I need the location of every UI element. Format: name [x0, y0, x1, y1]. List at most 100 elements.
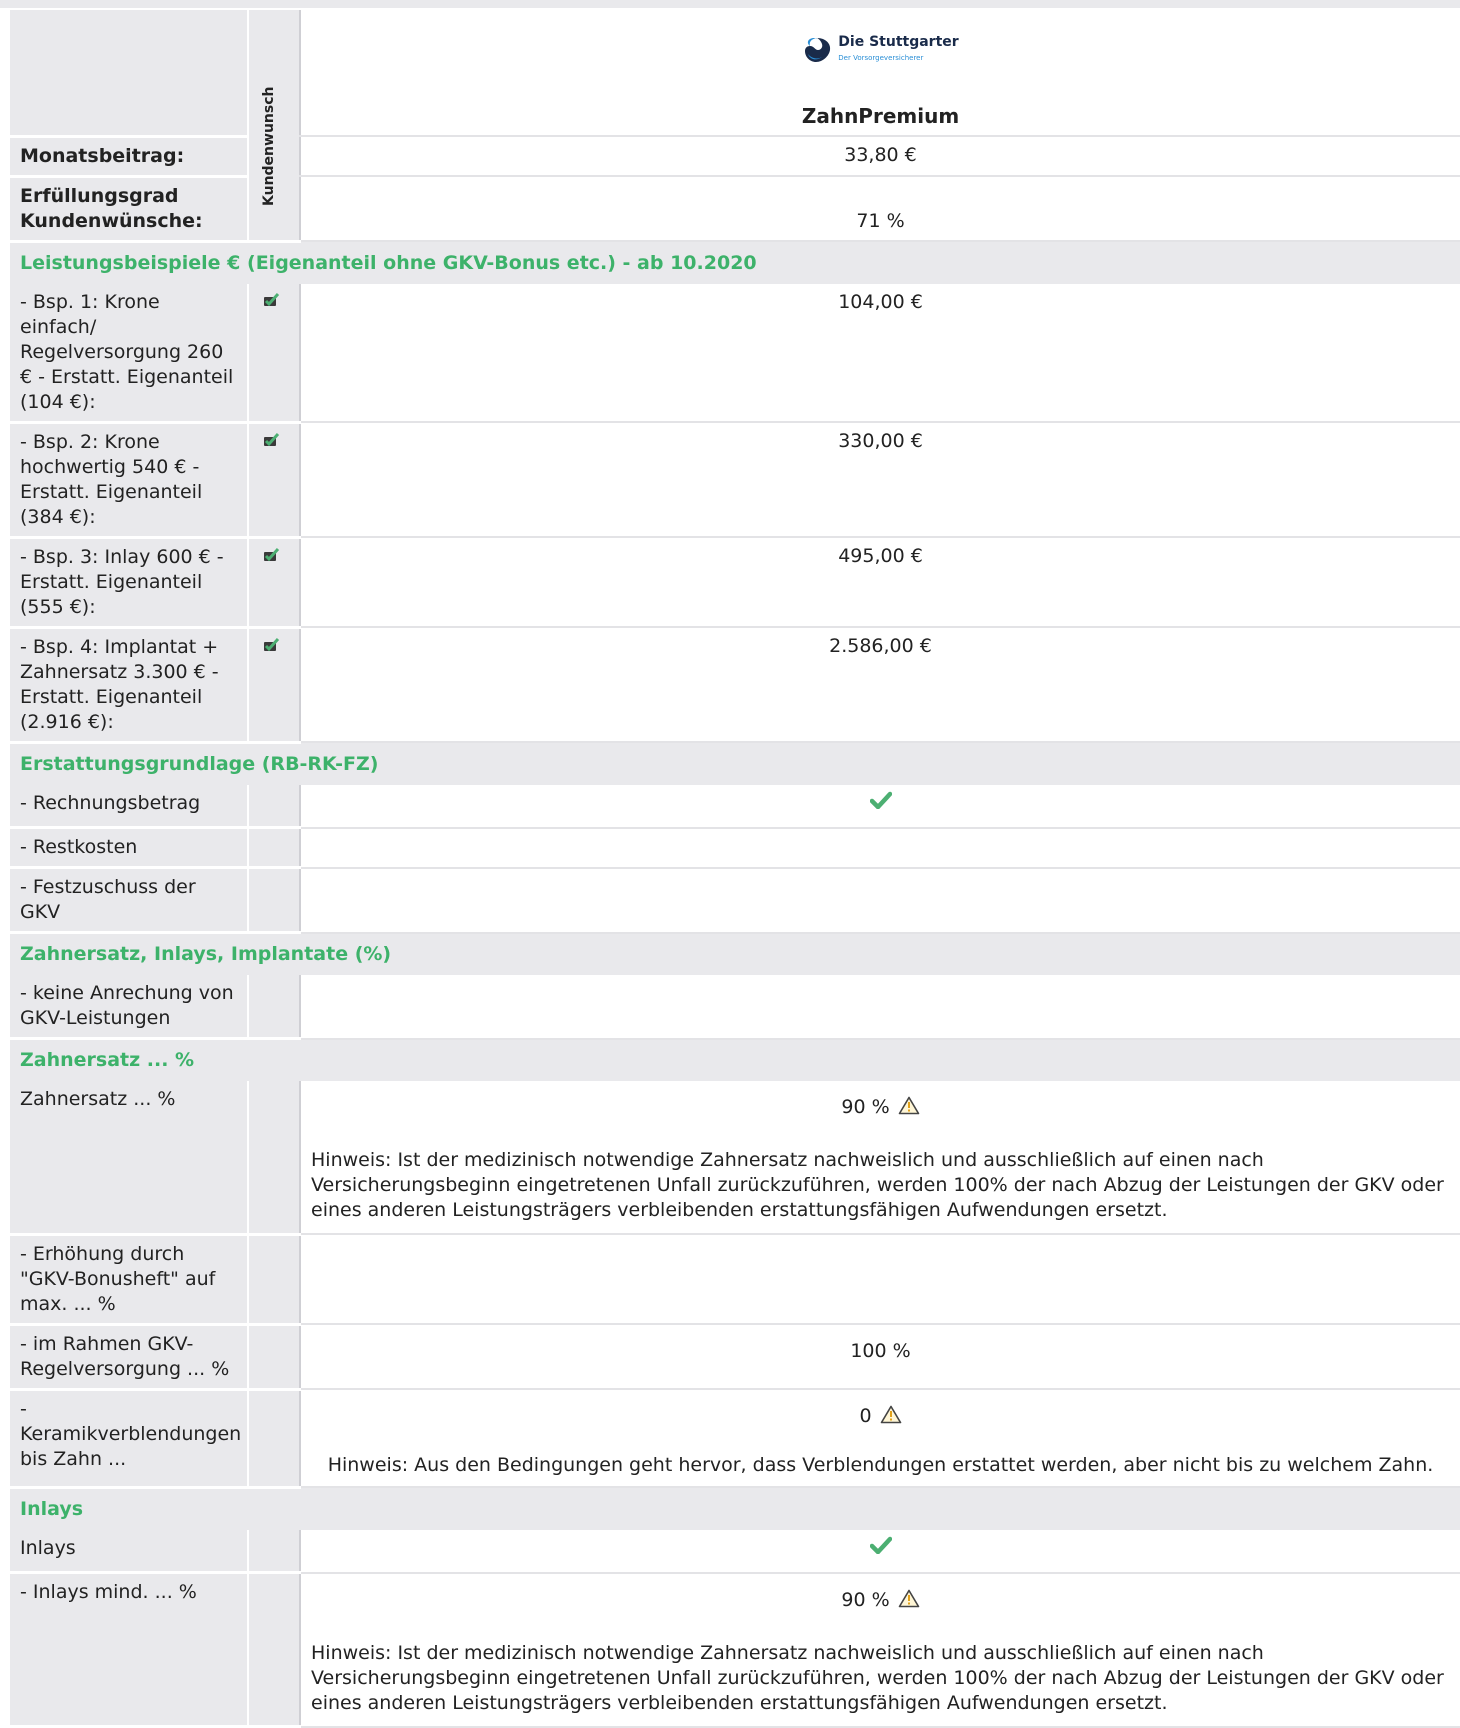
comparison-page: Kundenwunsch Die Stuttgarter Der Vorsorg… [0, 0, 1460, 1728]
label-bonusheft: - Erhöhung durch "GKV-Bonusheft" auf max… [10, 1234, 248, 1326]
label-erfuellungsgrad-line1: Erfüllungsgrad [20, 184, 179, 207]
wish-cell-restkosten[interactable] [247, 827, 300, 869]
kundenwunsch-header-cell: Kundenwunsch [247, 10, 300, 243]
row-zahnersatz-prozent: Zahnersatz ... % 90 % Hinweis: Ist der m… [10, 1081, 1460, 1236]
section-inlays-title: Inlays [10, 1487, 1460, 1530]
warning-icon[interactable] [898, 1589, 920, 1615]
header-blank-cell [10, 10, 248, 138]
label-inlays: Inlays [10, 1529, 248, 1574]
header-row: Kundenwunsch Die Stuttgarter Der Vorsorg… [10, 10, 1460, 243]
row-keine-anrechnung: - keine Anrechung von GKV-Leistungen [10, 975, 1460, 1040]
row-inlays-mind: - Inlays mind. ... % 90 % Hinweis: Ist d… [10, 1572, 1460, 1728]
label-monatsbeitrag: Monatsbeitrag: [10, 136, 248, 178]
edit-check-icon[interactable] [263, 290, 281, 315]
row-erfuellungsgrad: Erfüllungsgrad Kundenwünsche: 71 % [10, 176, 1460, 243]
keramik-hint: Hinweis: Aus den Bedingungen geht hervor… [327, 1454, 1434, 1476]
zahnersatz-prozent-hint: Hinweis: Ist der medizinisch notwendige … [311, 1149, 1444, 1221]
value-bsp-3: 495,00 € [299, 537, 1460, 628]
regelversorgung-value: 100 % [850, 1340, 911, 1362]
zahnersatz-prozent-value: 90 % [841, 1096, 890, 1118]
value-erfuellungsgrad: 71 % [299, 176, 1460, 242]
row-bsp-1: - Bsp. 1: Krone einfach/ Regelversorgung… [10, 283, 1460, 424]
keramik-value: 0 [859, 1405, 872, 1427]
label-rechnungsbetrag: - Rechnungsbetrag [10, 784, 248, 829]
value-restkosten [299, 827, 1460, 869]
inlays-mind-hint: Hinweis: Ist der medizinisch notwendige … [311, 1641, 1444, 1714]
value-bsp-4: 2.586,00 € [299, 627, 1460, 743]
section-leistungsbeispiele: Leistungsbeispiele € (Eigenanteil ohne G… [10, 241, 1460, 284]
edit-check-icon[interactable] [263, 635, 281, 660]
section-zahnersatz-inlays-implantate: Zahnersatz, Inlays, Implantate (%) [10, 932, 1460, 975]
wish-cell-bsp-1[interactable] [247, 283, 300, 424]
wish-cell-regelversorgung[interactable] [247, 1324, 300, 1391]
row-bsp-3: - Bsp. 3: Inlay 600 € - Erstatt. Eigenan… [10, 537, 1460, 629]
row-regelversorgung: - im Rahmen GKV-Regelversorgung ... % 10… [10, 1324, 1460, 1391]
row-restkosten: - Restkosten [10, 827, 1460, 869]
label-regelversorgung: - im Rahmen GKV-Regelversorgung ... % [10, 1324, 248, 1391]
label-erfuellungsgrad-line2: Kundenwünsche: [20, 209, 203, 232]
check-icon [869, 1536, 892, 1561]
value-keramik: 0 Hinweis: Aus den Bedingungen geht herv… [299, 1389, 1460, 1488]
warning-icon[interactable] [880, 1405, 902, 1431]
value-inlays [299, 1529, 1460, 1574]
label-bsp-2: - Bsp. 2: Krone hochwertig 540 € - Ersta… [10, 422, 248, 539]
value-rechnungsbetrag [299, 784, 1460, 829]
wish-cell-bonusheft[interactable] [247, 1234, 300, 1326]
section-inlays: Inlays [10, 1487, 1460, 1530]
section-zahnersatz: Zahnersatz ... % [10, 1038, 1460, 1081]
label-restkosten: - Restkosten [10, 827, 248, 869]
row-rechnungsbetrag: - Rechnungsbetrag [10, 784, 1460, 829]
label-keramik: - Keramikverblendungen bis Zahn ... [10, 1389, 248, 1489]
inlays-mind-value: 90 % [841, 1588, 890, 1611]
label-bsp-1: - Bsp. 1: Krone einfach/ Regelversorgung… [10, 283, 248, 424]
value-festzuschuss [299, 867, 1460, 934]
wish-cell-festzuschuss[interactable] [247, 867, 300, 934]
value-regelversorgung: 100 % [299, 1324, 1460, 1390]
row-monatsbeitrag: Monatsbeitrag: 33,80 € [10, 136, 1460, 178]
value-inlays-mind: 90 % Hinweis: Ist der medizinisch notwen… [299, 1572, 1460, 1728]
value-bsp-1: 104,00 € [299, 283, 1460, 423]
product-title: ZahnPremium [801, 104, 960, 128]
label-festzuschuss: - Festzuschuss der GKV [10, 867, 248, 934]
value-monatsbeitrag: 33,80 € [299, 136, 1460, 177]
section-erstattungsgrundlage: Erstattungsgrundlage (RB-RK-FZ) [10, 742, 1460, 785]
section-zahnersatz-inlays-implantate-title: Zahnersatz, Inlays, Implantate (%) [10, 932, 1460, 975]
row-bonusheft: - Erhöhung durch "GKV-Bonusheft" auf max… [10, 1234, 1460, 1326]
row-inlays: Inlays [10, 1529, 1460, 1574]
die-stuttgarter-logo-icon [805, 38, 831, 62]
wish-cell-bsp-3[interactable] [247, 537, 300, 629]
edit-check-icon[interactable] [263, 430, 281, 455]
product-header-cell[interactable]: Die Stuttgarter Der Vorsorgeversicherer … [299, 10, 1460, 137]
wish-cell-bsp-2[interactable] [247, 422, 300, 539]
check-icon [869, 791, 892, 816]
wish-cell-keine-anrechnung[interactable] [247, 975, 300, 1040]
value-bsp-2: 330,00 € [299, 422, 1460, 538]
label-erfuellungsgrad: Erfüllungsgrad Kundenwünsche: [10, 176, 248, 243]
wish-cell-inlays[interactable] [247, 1529, 300, 1574]
wish-cell-rechnungsbetrag[interactable] [247, 784, 300, 829]
label-bsp-4: - Bsp. 4: Implantat + Zahnersatz 3.300 €… [10, 627, 248, 744]
label-inlays-mind: - Inlays mind. ... % [10, 1572, 248, 1728]
row-festzuschuss: - Festzuschuss der GKV [10, 867, 1460, 934]
value-zahnersatz-prozent: 90 % Hinweis: Ist der medizinisch notwen… [299, 1081, 1460, 1235]
section-erstattungsgrundlage-title: Erstattungsgrundlage (RB-RK-FZ) [10, 742, 1460, 785]
row-bsp-4: - Bsp. 4: Implantat + Zahnersatz 3.300 €… [10, 627, 1460, 744]
insurer-tagline: Der Vorsorgeversicherer [838, 54, 924, 62]
edit-check-icon[interactable] [263, 545, 281, 570]
wish-cell-bsp-4[interactable] [247, 627, 300, 744]
label-bsp-3: - Bsp. 3: Inlay 600 € - Erstatt. Eigenan… [10, 537, 248, 629]
insurer-logo: Die Stuttgarter Der Vorsorgeversicherer [311, 34, 1450, 66]
wish-cell-inlays-mind[interactable] [247, 1572, 300, 1728]
value-bonusheft [299, 1234, 1460, 1325]
insurer-name: Die Stuttgarter [838, 34, 959, 50]
wish-cell-keramik[interactable] [247, 1389, 300, 1489]
top-border [0, 0, 1460, 8]
section-leistungsbeispiele-title: Leistungsbeispiele € (Eigenanteil ohne G… [10, 241, 1460, 284]
wish-cell-zahnersatz-prozent[interactable] [247, 1081, 300, 1236]
warning-icon[interactable] [898, 1096, 920, 1122]
value-keine-anrechnung [299, 975, 1460, 1040]
comparison-table: Kundenwunsch Die Stuttgarter Der Vorsorg… [10, 10, 1460, 1728]
label-zahnersatz-prozent: Zahnersatz ... % [10, 1081, 248, 1236]
row-keramik: - Keramikverblendungen bis Zahn ... 0 Hi… [10, 1389, 1460, 1489]
section-zahnersatz-title: Zahnersatz ... % [10, 1038, 1460, 1081]
